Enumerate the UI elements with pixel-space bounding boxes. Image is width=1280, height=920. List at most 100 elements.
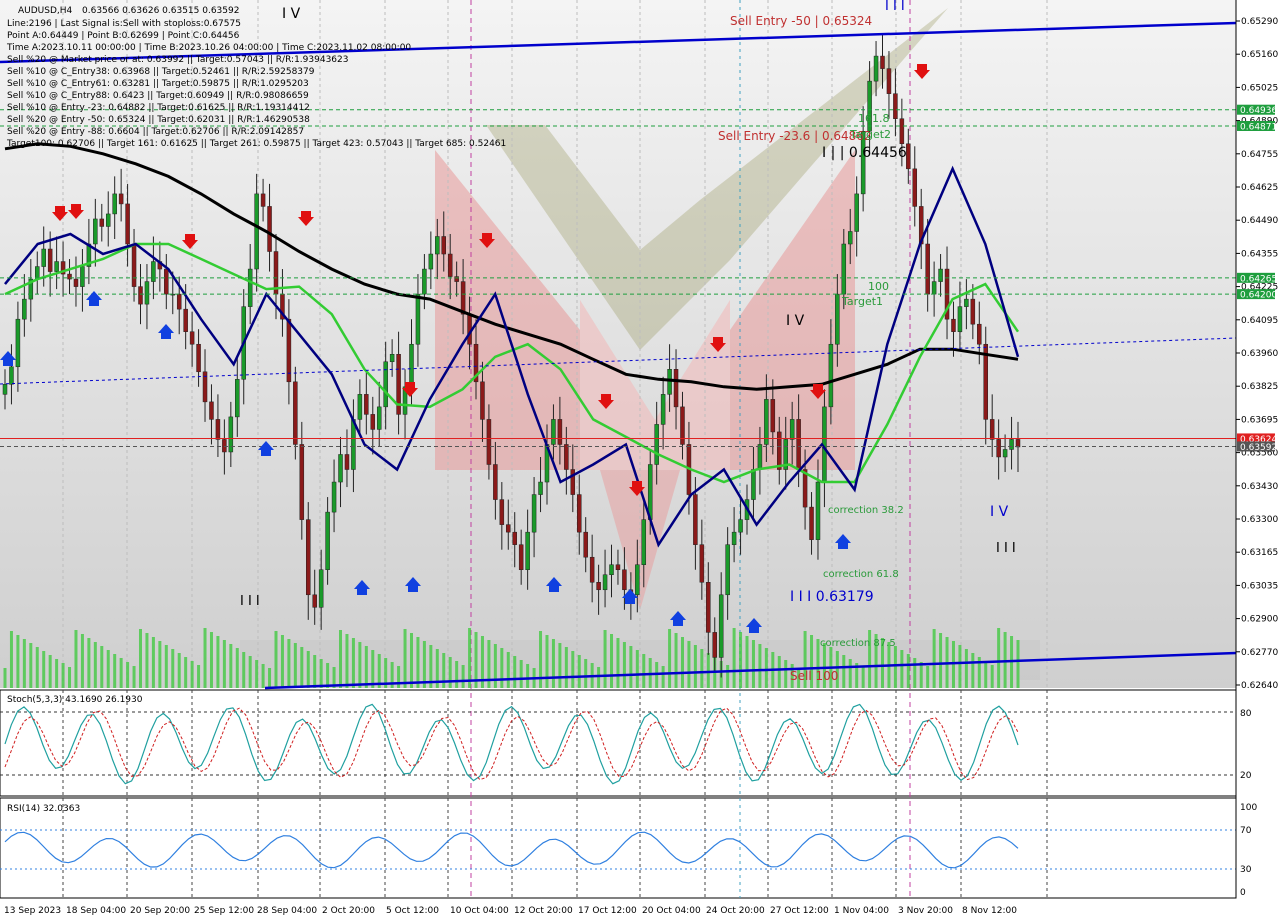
wave-label: I V (786, 313, 805, 329)
candle-body (112, 193, 117, 215)
candle-body (718, 594, 724, 658)
candle-body (770, 399, 776, 433)
volume-bar (551, 639, 555, 688)
candle-body (538, 481, 543, 495)
volume-bar (190, 661, 194, 688)
candle-body (441, 236, 447, 255)
candle-body (415, 293, 421, 345)
price-tick-label: 0.62640 (1241, 681, 1278, 691)
volume-bar (919, 662, 923, 688)
candle-body (906, 143, 911, 170)
candle-body (293, 381, 298, 445)
time-axis-label: 3 Nov 20:00 (898, 906, 953, 916)
price-tick-label: 0.63300 (1241, 515, 1278, 525)
candle-body (525, 531, 530, 570)
volume-bar (558, 643, 562, 688)
volume-bar (261, 664, 265, 688)
time-axis-label: 10 Oct 04:00 (450, 906, 509, 916)
volume-bar (900, 650, 904, 688)
target2-label: Target2 (849, 128, 891, 141)
volume-bar (16, 635, 20, 688)
rsi-panel-bg (0, 797, 1237, 899)
volume-bar (351, 638, 355, 688)
candle-body (583, 531, 588, 558)
candle-body (925, 243, 930, 295)
price-tick-label: 0.64625 (1241, 183, 1278, 193)
volume-bar (358, 642, 362, 688)
candle-body (80, 266, 85, 287)
volume-bar (984, 661, 988, 688)
candle-body (105, 213, 111, 227)
volume-bar (861, 667, 865, 688)
candle-body (1002, 449, 1008, 458)
volume-bar (455, 661, 459, 688)
correction-382-label: correction 38.2 (828, 505, 904, 516)
fib-100-label: 100 (868, 280, 889, 293)
stoch-level-80: 80 (1240, 709, 1252, 719)
volume-bar (42, 651, 46, 688)
candle-body (1015, 439, 1021, 448)
volume-bar (500, 648, 504, 688)
rsi-level-70: 70 (1240, 826, 1252, 836)
volume-bar (642, 654, 646, 688)
info-line: Sell %20 @ Market price or at: 0.63992 |… (7, 55, 348, 65)
volume-bar (80, 634, 84, 688)
candle-body (506, 524, 511, 533)
volume-bar (48, 655, 52, 688)
candle-body (996, 439, 1001, 458)
candle-body (351, 419, 356, 470)
price-tick-label: 0.65290 (1241, 17, 1278, 27)
volume-bar (158, 641, 162, 688)
info-line: Sell %20 @ Entry -88: 0.6604 || Target:0… (7, 127, 304, 137)
volume-bar (287, 639, 291, 688)
target1-label: Target1 (841, 295, 883, 308)
candle-body (428, 253, 434, 270)
price-tick-label: 0.65025 (1241, 83, 1278, 93)
volume-bar (106, 650, 110, 688)
volume-bar (687, 641, 691, 688)
volume-bar (584, 659, 588, 688)
candle-body (725, 544, 730, 596)
candle-body (235, 379, 240, 418)
candle-body (267, 206, 272, 252)
candle-body (738, 519, 743, 533)
candle-body (454, 276, 459, 282)
price-tick-label: 0.63165 (1241, 548, 1278, 558)
info-line: Sell %10 @ Entry -23: 0.64882 || Target:… (7, 103, 310, 113)
volume-bar (126, 662, 130, 688)
candle-body (41, 248, 46, 267)
time-axis-label: 25 Sep 12:00 (194, 906, 254, 916)
volume-bar (184, 657, 188, 688)
candle-body (215, 419, 221, 440)
info-line: Point A:0.64449 | Point B:0.62699 | Poin… (7, 31, 240, 41)
volume-bar (513, 656, 517, 688)
volume-bar (693, 645, 697, 688)
candle-body (673, 369, 679, 408)
ohlc-label: 0.63566 0.63626 0.63515 0.63592 (82, 6, 239, 16)
trading-chart: 0.652900.651600.650250.648900.647550.646… (0, 0, 1280, 916)
wave-label: I I I (996, 541, 1016, 556)
volume-bar (87, 638, 91, 688)
candle-body (338, 454, 343, 483)
candle-body (641, 519, 647, 565)
candle-body (164, 268, 169, 295)
volume-bar (313, 655, 317, 688)
volume-bar (577, 655, 581, 688)
volume-bar (216, 636, 220, 688)
candle-body (260, 193, 266, 207)
candle-body (383, 361, 388, 408)
time-axis-label: 18 Sep 04:00 (66, 906, 126, 916)
volume-bar (764, 648, 768, 688)
volume-bar (3, 668, 7, 688)
time-axis-label: 28 Sep 04:00 (257, 906, 317, 916)
volume-bar (248, 656, 252, 688)
volume-bar (403, 629, 407, 688)
info-line: Time A:2023.10.11 00:00:00 | Time B:2023… (6, 43, 411, 53)
volume-bar (629, 646, 633, 688)
candle-body (99, 218, 105, 227)
price-tick-label: 0.63035 (1241, 581, 1278, 591)
candle-body (938, 268, 943, 282)
volume-bar (209, 632, 213, 688)
volume-bar (397, 666, 401, 688)
volume-bar (493, 644, 497, 688)
